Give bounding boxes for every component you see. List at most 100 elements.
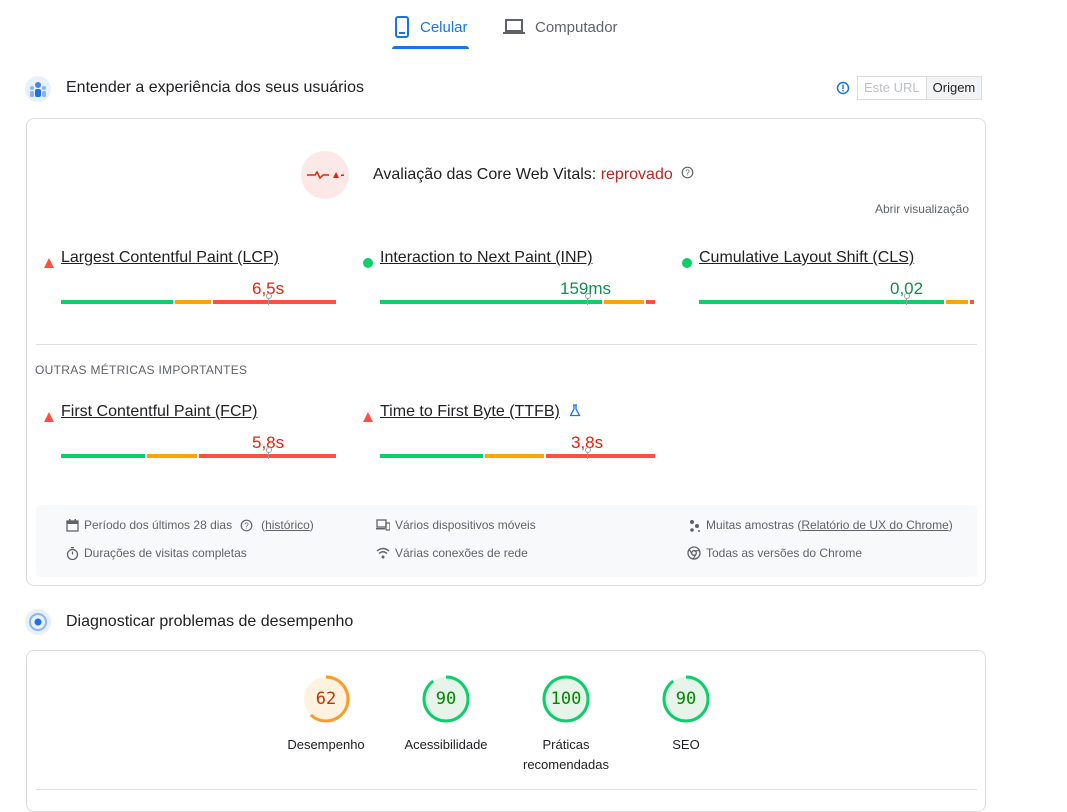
score-label-line1: Práticas [542,737,590,752]
distribution-segment-poor [645,300,655,304]
open-visualization-link[interactable]: Abrir visualização [875,202,969,216]
cwv-assessment-label: Avaliação das Core Web Vitals: [373,166,597,184]
wifi-icon [376,546,390,560]
info-durations: Durações de visitas completas [65,546,247,560]
users-icon [25,76,51,102]
metric-lcp: Largest Contentful Paint (LCP) 6,5s [44,249,344,319]
info-versions-text: Todas as versões do Chrome [706,546,863,560]
tab-mobile[interactable]: Celular [394,12,468,42]
origin-option[interactable]: Origem [925,77,982,99]
score-value: 90 [435,689,457,709]
metric-lcp-distribution [61,300,338,304]
percentile-marker-line [587,299,589,305]
good-indicator-icon [682,255,692,273]
lab-scores-card: 62 Desempenho 90 Acessibilidade 100 Prát… [26,650,986,812]
poor-indicator-icon [363,409,373,427]
info-network: Várias conexões de rede [376,546,528,560]
laptop-icon [503,18,525,36]
active-tab-indicator [392,46,469,49]
svg-text:?: ? [685,169,690,178]
distribution-segment-good [380,454,484,458]
tab-mobile-label: Celular [420,18,468,36]
info-devices: Vários dispositivos móveis [376,518,536,532]
metric-ttfb-title[interactable]: Time to First Byte (TTFB) [380,403,560,421]
percentile-marker-line [268,299,270,305]
this-url-option[interactable]: Este URL [858,77,926,99]
distribution-segment-needs-improvement [604,300,644,304]
metric-ttfb-distribution [380,454,657,458]
metric-inp-distribution [380,300,657,304]
url-origin-toggle: Este URL Origem [857,76,983,100]
distribution-segment-poor [970,300,974,304]
metric-cls-title[interactable]: Cumulative Layout Shift (CLS) [699,249,914,267]
calendar-icon [65,518,79,532]
poor-indicator-icon [44,409,54,427]
distribution-segment-needs-improvement [485,454,545,458]
cwv-status-text: reprovado [600,166,673,184]
crux-report-link[interactable]: Relatório de UX do Chrome [801,518,948,532]
metric-fcp: First Contentful Paint (FCP) 5,8s [44,403,344,473]
distribution-segment-needs-improvement [146,454,198,458]
field-data-info-box: Período dos últimos 28 dias ? (histórico… [36,505,977,577]
score-label: Desempenho [276,735,376,755]
score-ring: 100 [542,675,590,723]
metric-inp: Interaction to Next Paint (INP) 159ms [363,249,663,319]
info-network-text: Várias conexões de rede [395,546,528,560]
score-gauge[interactable]: 90 Acessibilidade [396,675,496,755]
field-section-title: Entender a experiência dos seus usuários [66,79,364,96]
metric-ttfb: Time to First Byte (TTFB) 3,8s [363,403,663,473]
score-label-line1: Desempenho [287,737,365,752]
metric-fcp-title[interactable]: First Contentful Paint (FCP) [61,403,258,421]
good-indicator-icon [363,255,373,273]
score-label: Práticas recomendadas [516,735,616,775]
help-icon[interactable]: ? [681,166,694,184]
score-label-line1: SEO [672,737,700,752]
score-label: SEO [636,735,736,755]
info-durations-text: Durações de visitas completas [84,546,247,560]
metric-cls: Cumulative Layout Shift (CLS) 0,02 [682,249,982,319]
score-gauge[interactable]: 100 Práticas recomendadas [516,675,616,775]
distribution-segment-poor [546,454,655,458]
diagnose-section-title: Diagnosticar problemas de desempenho [66,613,354,630]
score-label: Acessibilidade [396,735,496,755]
score-label-line1: Acessibilidade [404,737,488,752]
score-ring: 62 [302,675,350,723]
info-samples: Muitas amostras (Relatório de UX do Chro… [687,518,953,532]
percentile-marker-line [587,453,589,459]
score-value: 100 [550,689,582,709]
cwv-status-icon [301,151,349,199]
info-versions: Todas as versões do Chrome [687,546,862,560]
info-icon[interactable] [836,81,850,100]
tab-desktop[interactable]: Computador [503,12,618,42]
score-gauge[interactable]: 62 Desempenho [276,675,376,755]
score-value: 90 [675,689,697,709]
metric-fcp-distribution [61,454,338,458]
field-data-card: Avaliação das Core Web Vitals: reprovado… [26,118,986,586]
poor-indicator-icon [44,255,54,273]
percentile-marker-line [906,299,908,305]
metric-cls-distribution [699,300,976,304]
history-link[interactable]: histórico [265,518,310,532]
score-label-line2: recomendadas [523,757,609,772]
info-period-text: Período dos últimos 28 dias [84,518,233,532]
phone-icon [394,16,410,38]
score-ring: 90 [422,675,470,723]
distribution-segment-good [380,300,603,304]
info-period: Período dos últimos 28 dias ? (histórico… [65,518,314,532]
help-icon[interactable]: ? [240,519,253,532]
metric-inp-title[interactable]: Interaction to Next Paint (INP) [380,249,593,267]
divider [36,789,977,790]
score-value: 62 [315,689,337,709]
other-metrics-heading: OUTRAS MÉTRICAS IMPORTANTES [35,363,248,377]
percentile-marker-line [268,453,270,459]
score-ring: 90 [662,675,710,723]
samples-icon [687,518,701,532]
distribution-segment-good [61,300,173,304]
cwv-assessment: Avaliação das Core Web Vitals: reprovado… [373,166,694,184]
metric-lcp-title[interactable]: Largest Contentful Paint (LCP) [61,249,279,267]
distribution-segment-needs-improvement [174,300,212,304]
tab-desktop-label: Computador [535,18,618,36]
distribution-segment-needs-improvement [945,300,969,304]
score-gauge[interactable]: 90 SEO [636,675,736,755]
lighthouse-icon [25,609,51,635]
